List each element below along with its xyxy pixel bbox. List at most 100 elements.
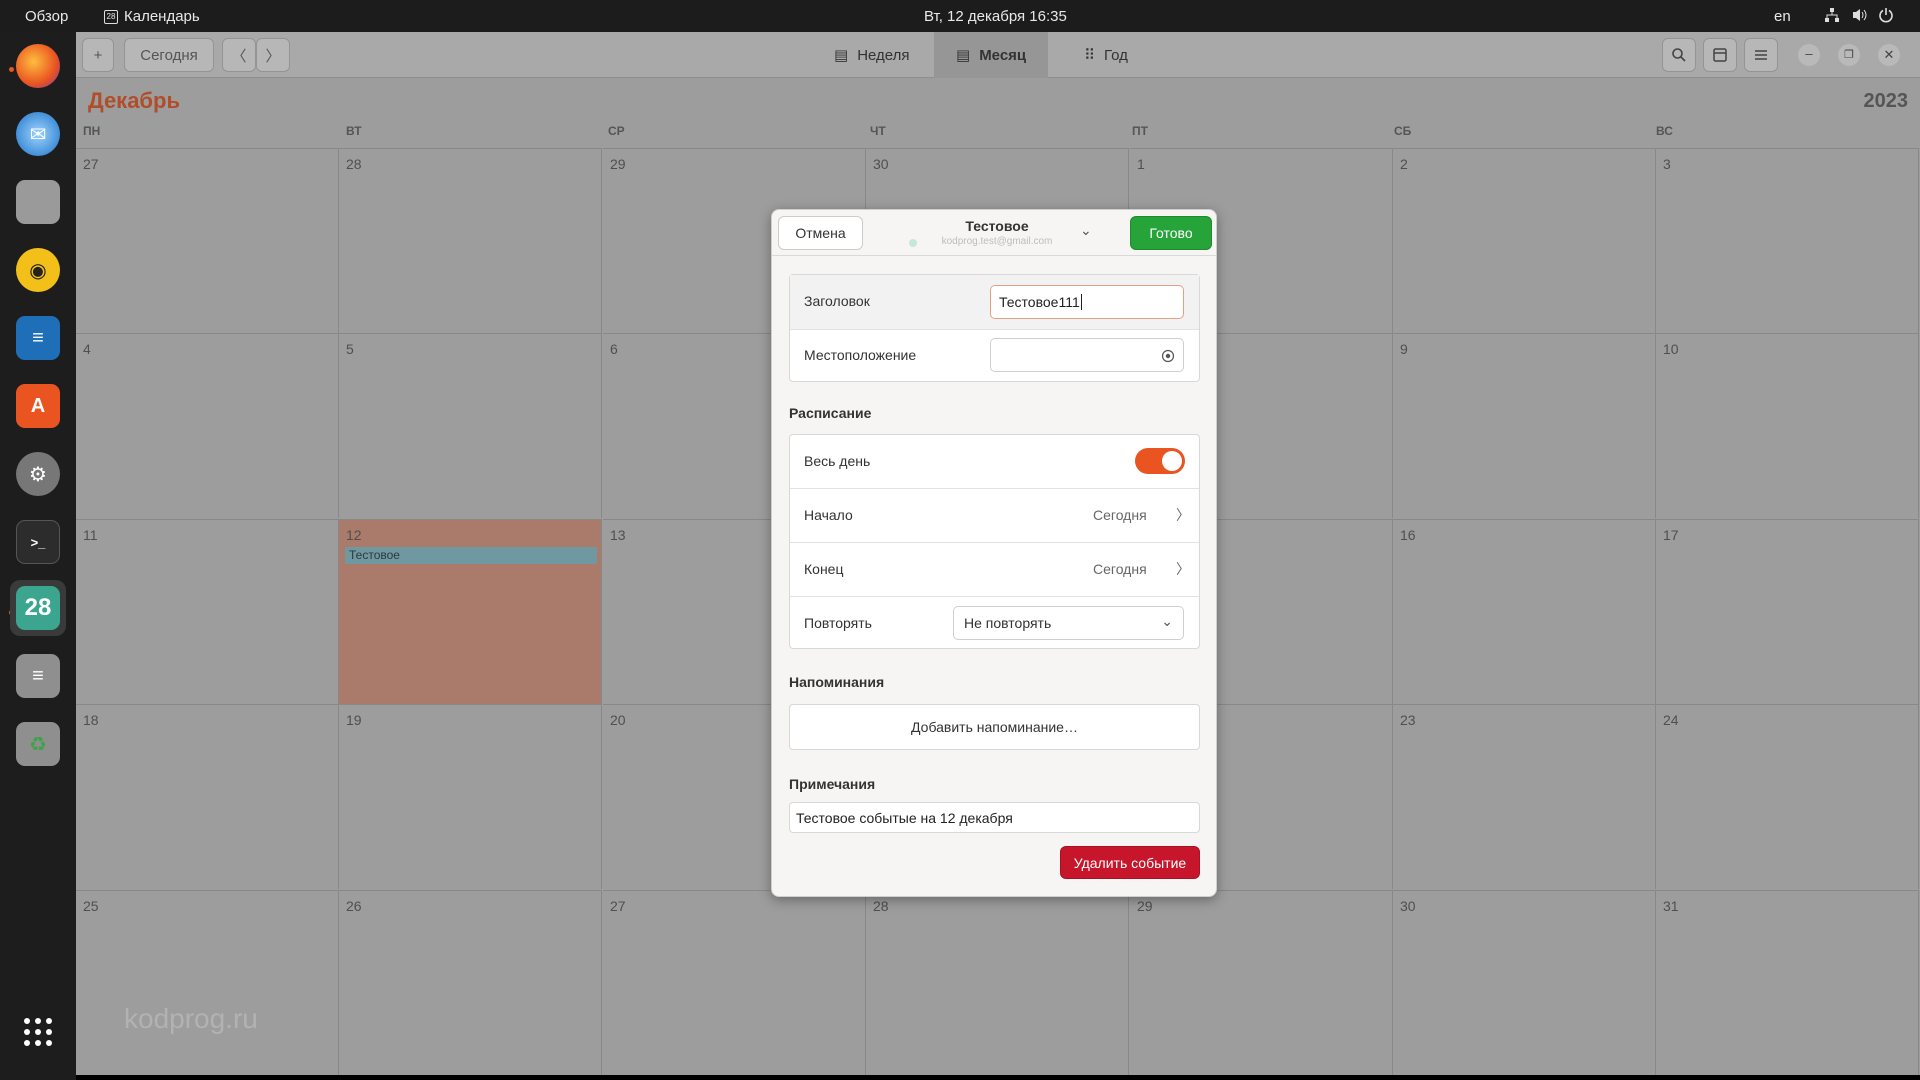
thunderbird-icon[interactable]: ✉: [16, 112, 60, 156]
day-cell[interactable]: 3: [1656, 148, 1919, 333]
day-number: 6: [610, 341, 618, 357]
day-cell[interactable]: 27: [76, 148, 339, 333]
day-cell[interactable]: 18: [76, 704, 339, 889]
day-number: 27: [610, 898, 626, 914]
day-cell[interactable]: 10: [1656, 333, 1919, 518]
show-apps-icon[interactable]: [16, 1010, 60, 1054]
divider: [790, 329, 1199, 330]
repeat-dropdown[interactable]: Не повторять ⌄: [953, 606, 1184, 640]
activities-button[interactable]: Обзор: [25, 8, 68, 25]
day-cell[interactable]: 16: [1393, 519, 1656, 704]
minimize-button[interactable]: –: [1798, 44, 1820, 66]
title-input[interactable]: Тестовое111: [990, 285, 1184, 319]
add-reminder-button[interactable]: Добавить напоминание…: [789, 704, 1200, 750]
day-number: 27: [83, 156, 99, 172]
calendar-management-button[interactable]: [1703, 38, 1737, 72]
files-icon[interactable]: [16, 180, 60, 224]
day-cell[interactable]: 28: [339, 148, 602, 333]
grid-icon: ⠿: [1084, 47, 1095, 64]
tab-week[interactable]: ▤ Неделя: [812, 32, 932, 78]
tab-year-label: Год: [1104, 46, 1128, 64]
top-bar: Обзор 28 Календарь Вт, 12 декабря 16:35 …: [0, 0, 1920, 32]
end-value: Сегодня: [1093, 561, 1147, 577]
day-number: 13: [610, 527, 626, 543]
main-menu-button[interactable]: [1744, 38, 1778, 72]
schedule-section-label: Расписание: [789, 405, 872, 421]
delete-event-button[interactable]: Удалить событие: [1060, 846, 1200, 879]
notes-textarea[interactable]: Тестовое событые на 12 декабря: [789, 802, 1200, 833]
firefox-icon[interactable]: [16, 44, 60, 88]
day-number: 16: [1400, 527, 1416, 543]
text-editor-icon[interactable]: ≡: [16, 654, 60, 698]
event-bar[interactable]: Тестовое: [345, 547, 597, 564]
day-cell[interactable]: 23: [1393, 704, 1656, 889]
day-cell[interactable]: 5: [339, 333, 602, 518]
today-button[interactable]: Сегодня: [124, 38, 214, 72]
cancel-button[interactable]: Отмена: [778, 216, 863, 250]
day-number: 3: [1663, 156, 1671, 172]
day-number: 19: [346, 712, 362, 728]
clock[interactable]: Вт, 12 декабря 16:35: [924, 8, 1067, 25]
day-cell[interactable]: 28: [866, 890, 1129, 1075]
day-cell[interactable]: 9: [1393, 333, 1656, 518]
edit-event-dialog: Отмена Тестовое kodprog.test@gmail.com ⌄…: [771, 209, 1217, 897]
divider: [790, 596, 1199, 597]
tab-week-label: Неделя: [857, 46, 910, 64]
search-button[interactable]: [1662, 38, 1696, 72]
location-input[interactable]: [990, 338, 1184, 372]
settings-icon[interactable]: ⚙: [16, 452, 60, 496]
trash-icon[interactable]: ♻: [16, 722, 60, 766]
writer-icon[interactable]: ≡: [16, 316, 60, 360]
terminal-icon[interactable]: >_: [16, 520, 60, 564]
next-button[interactable]: 〉: [256, 38, 290, 72]
day-cell[interactable]: 12 Тестовое: [339, 519, 602, 704]
calendar-icon[interactable]: 28: [16, 586, 60, 630]
text-cursor: [1080, 294, 1082, 310]
header-bar: + Сегодня 〈 〉 ▤ Неделя ▤ Месяц ⠿ Год – ❐…: [76, 32, 1920, 78]
day-number: 23: [1400, 712, 1416, 728]
day-cell[interactable]: 11: [76, 519, 339, 704]
rhythmbox-icon[interactable]: ◉: [16, 248, 60, 292]
calendar-email: kodprog.test@gmail.com: [941, 236, 1053, 247]
network-icon[interactable]: [1824, 7, 1840, 27]
day-cell[interactable]: 19: [339, 704, 602, 889]
input-language[interactable]: en: [1774, 8, 1791, 25]
add-event-button[interactable]: +: [82, 38, 114, 72]
day-cell[interactable]: 24: [1656, 704, 1919, 889]
done-button[interactable]: Готово: [1130, 216, 1212, 250]
day-number: 28: [873, 898, 889, 914]
running-indicator: [9, 67, 14, 72]
prev-button[interactable]: 〈: [222, 38, 256, 72]
tab-month[interactable]: ▤ Месяц: [934, 32, 1049, 78]
start-row[interactable]: Начало Сегодня 〉: [790, 489, 1199, 542]
close-button[interactable]: ✕: [1878, 44, 1900, 66]
day-cell[interactable]: 31: [1656, 890, 1919, 1075]
day-cell[interactable]: 26: [339, 890, 602, 1075]
dock: ✉ ◉ ≡ A ⚙ >_ 28 ≡ ♻: [0, 32, 76, 1080]
day-cell[interactable]: 2: [1393, 148, 1656, 333]
notes-value: Тестовое событые на 12 декабря: [796, 810, 1013, 826]
tab-month-label: Месяц: [979, 46, 1027, 64]
day-cell[interactable]: 17: [1656, 519, 1919, 704]
end-row[interactable]: Конец Сегодня 〉: [790, 543, 1199, 596]
hamburger-icon: [1755, 50, 1767, 60]
day-cell[interactable]: 25: [76, 890, 339, 1075]
all-day-toggle[interactable]: [1135, 448, 1185, 474]
day-number: 9: [1400, 341, 1408, 357]
tab-year[interactable]: ⠿ Год: [1062, 32, 1150, 78]
software-icon[interactable]: A: [16, 384, 60, 428]
volume-icon[interactable]: [1851, 7, 1869, 27]
title-label: Заголовок: [804, 293, 870, 309]
power-icon[interactable]: [1878, 7, 1894, 27]
start-label: Начало: [804, 507, 853, 523]
notes-section-label: Примечания: [789, 776, 876, 792]
all-day-label: Весь день: [804, 453, 871, 469]
day-cell[interactable]: 27: [603, 890, 866, 1075]
day-cell[interactable]: 29: [1130, 890, 1393, 1075]
day-cell[interactable]: 4: [76, 333, 339, 518]
locate-icon[interactable]: [1161, 349, 1175, 363]
app-menu[interactable]: 28 Календарь: [104, 8, 200, 25]
maximize-button[interactable]: ❐: [1838, 44, 1860, 66]
weekday-label: ПТ: [1132, 124, 1148, 138]
day-cell[interactable]: 30: [1393, 890, 1656, 1075]
